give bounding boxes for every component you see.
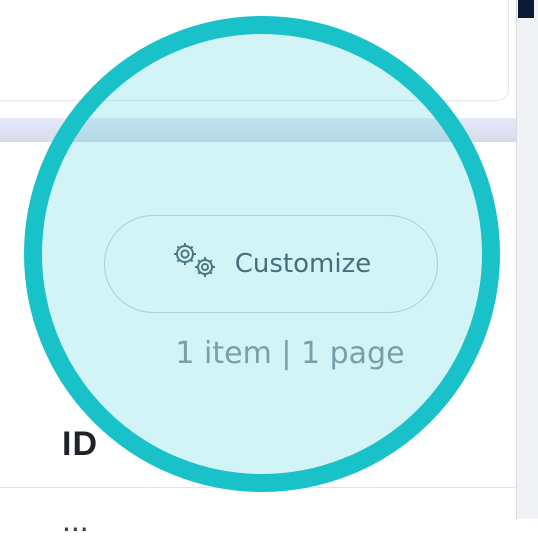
table-row-divider — [0, 487, 516, 488]
right-scroll-area[interactable] — [516, 0, 538, 519]
customize-button-label: Customize — [234, 249, 372, 279]
top-separator-gradient — [0, 118, 516, 142]
customize-button[interactable]: Customize — [104, 215, 438, 313]
pagination-summary: 1 item | 1 page — [175, 336, 405, 371]
table-column-header-id[interactable]: ID — [62, 425, 98, 464]
table-row-id-value: ... — [62, 502, 89, 538]
right-scroll-dark-top — [518, 0, 534, 18]
top-panel — [0, 0, 509, 101]
gears-icon — [171, 243, 227, 285]
